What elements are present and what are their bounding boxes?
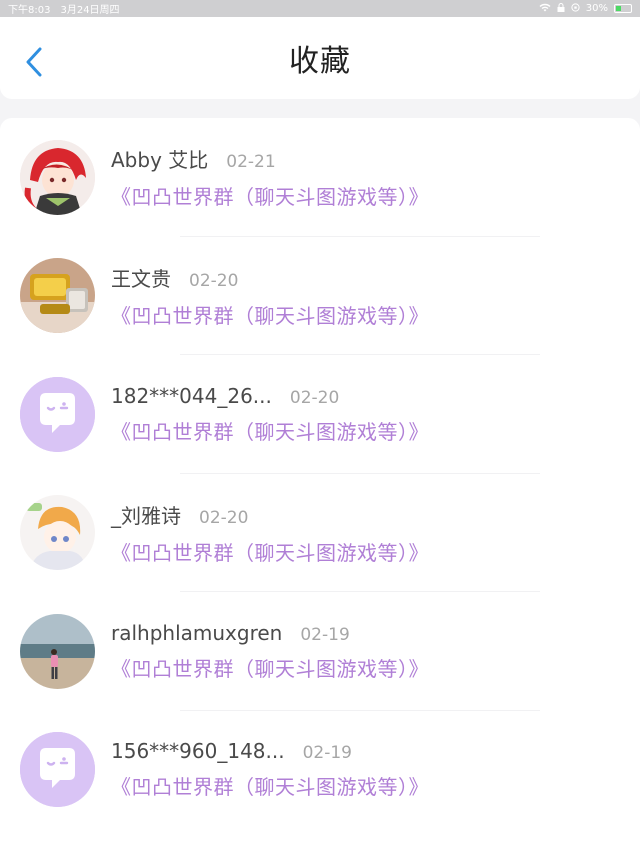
status-time: 下午8:03 (8, 5, 51, 16)
favorite-date: 02-20 (289, 387, 340, 408)
group-name: 《凹凸世界群（聊天斗图游戏等）》 (111, 775, 429, 800)
status-bar: 下午8:03 3月24日周四 30% (0, 0, 640, 17)
nav-header: 收藏 (0, 17, 640, 99)
status-date: 3月24日周四 (60, 5, 120, 16)
list-item[interactable]: 182***044_26... 02-20 《凹凸世界群（聊天斗图游戏等）》 (0, 355, 640, 474)
battery-icon (614, 4, 632, 13)
group-name: 《凹凸世界群（聊天斗图游戏等）》 (111, 185, 429, 210)
contact-name: Abby 艾比 (111, 148, 209, 173)
anime-avatar-icon (20, 139, 95, 215)
avatar (20, 732, 95, 808)
group-name: 《凹凸世界群（聊天斗图游戏等）》 (111, 303, 429, 328)
chat-bubble-icon (20, 376, 95, 452)
group-name: 《凹凸世界群（聊天斗图游戏等）》 (111, 656, 429, 681)
back-button[interactable] (20, 47, 48, 77)
favorite-date: 02-20 (189, 270, 239, 291)
contact-name: 182***044_26... (111, 383, 272, 408)
favorite-date: 02-19 (300, 624, 350, 645)
group-name: 《凹凸世界群（聊天斗图游戏等）》 (111, 540, 429, 565)
contact-name: 156***960_148... (111, 739, 285, 764)
lock-icon (557, 2, 565, 15)
favorites-list: Abby 艾比 02-21 《凹凸世界群（聊天斗图游戏等）》 王文贵 02-20 (0, 118, 640, 853)
page-title: 收藏 (289, 44, 351, 79)
contact-name: ralhphlamuxgren (111, 620, 283, 645)
avatar (20, 258, 95, 334)
battery-percent: 30% (585, 3, 608, 14)
favorite-date: 02-21 (226, 152, 276, 173)
list-item[interactable]: 156***960_148... 02-19 《凹凸世界群（聊天斗图游戏等）》 (0, 711, 640, 830)
contact-name: _刘雅诗 (111, 503, 181, 528)
favorite-date: 02-20 (199, 507, 249, 528)
chat-bubble-icon (20, 732, 95, 808)
list-item[interactable]: Abby 艾比 02-21 《凹凸世界群（聊天斗图游戏等）》 (0, 118, 640, 237)
list-item[interactable]: _刘雅诗 02-20 《凹凸世界群（聊天斗图游戏等）》 (0, 474, 640, 593)
wifi-icon (539, 3, 551, 15)
rotation-lock-icon (571, 2, 580, 15)
chevron-left-icon (26, 47, 42, 77)
beach-photo-icon (20, 613, 95, 689)
group-name: 《凹凸世界群（聊天斗图游戏等）》 (111, 419, 429, 444)
avatar (20, 613, 95, 689)
list-item[interactable]: 王文贵 02-20 《凹凸世界群（聊天斗图游戏等）》 (0, 237, 640, 356)
anime-avatar-icon (20, 495, 95, 571)
avatar (20, 139, 95, 215)
list-item[interactable]: ralhphlamuxgren 02-19 《凹凸世界群（聊天斗图游戏等）》 (0, 592, 640, 711)
avatar (20, 495, 95, 571)
gold-bracelet-photo-icon (20, 258, 95, 334)
favorite-date: 02-19 (302, 743, 352, 764)
contact-name: 王文贵 (111, 266, 171, 291)
avatar (20, 376, 95, 452)
